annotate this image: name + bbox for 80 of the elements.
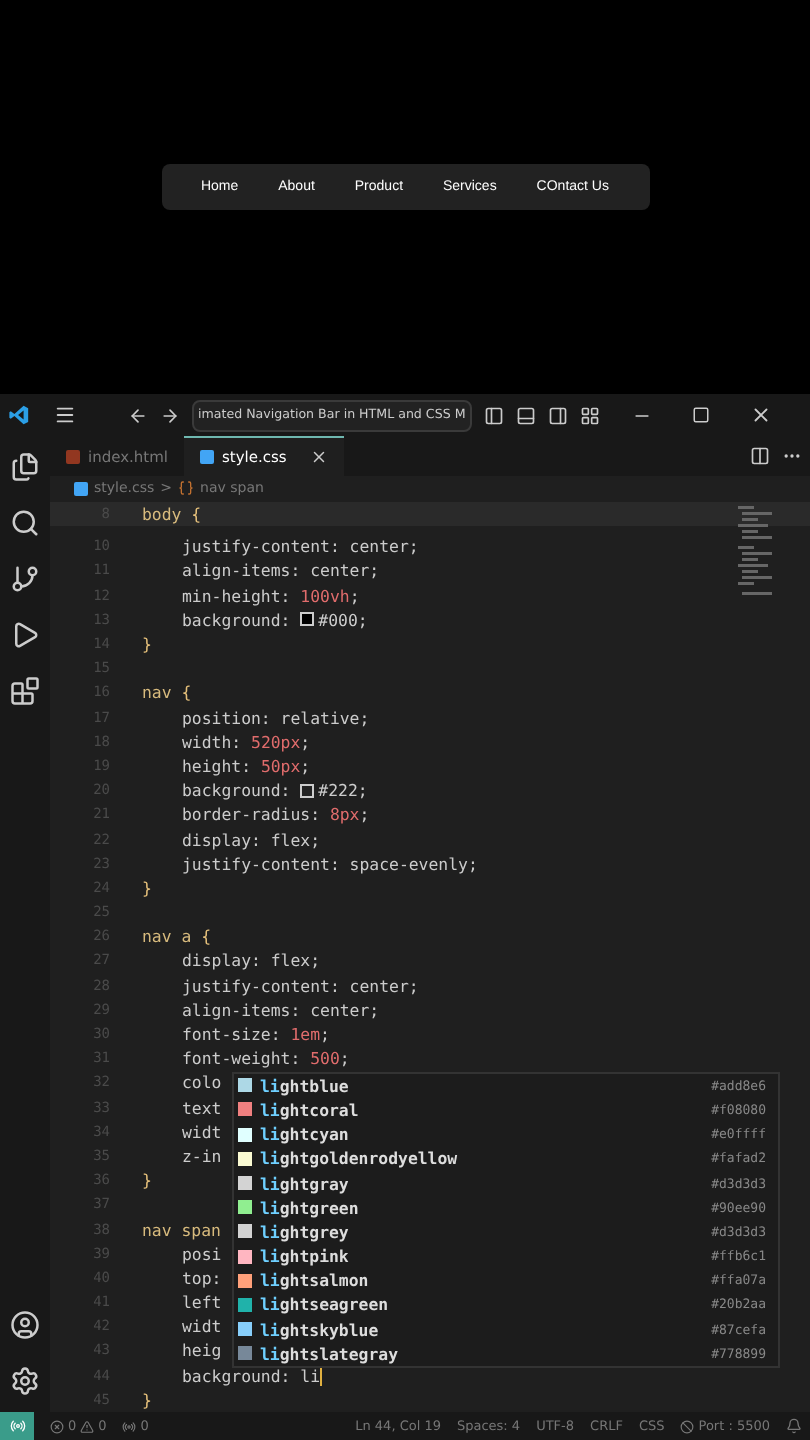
code-token: background: li bbox=[182, 1364, 321, 1388]
back-icon[interactable] bbox=[128, 405, 148, 425]
code-token: min-height: bbox=[182, 583, 293, 608]
code-token: { bbox=[191, 502, 202, 527]
code-token: 8px bbox=[329, 802, 360, 828]
symbol-icon bbox=[178, 480, 195, 497]
code-token: position: relative; bbox=[182, 705, 370, 730]
explorer-icon[interactable] bbox=[10, 452, 40, 482]
close-icon[interactable] bbox=[310, 447, 329, 466]
code-token: ; bbox=[339, 1046, 350, 1071]
code-token: justify-content: center; bbox=[182, 534, 419, 559]
code-token: heig bbox=[182, 1338, 222, 1364]
app-logo-icon bbox=[8, 404, 30, 426]
account-icon[interactable] bbox=[10, 1310, 40, 1340]
close-icon[interactable] bbox=[749, 404, 772, 426]
css-file-icon bbox=[74, 481, 88, 496]
code-token: } bbox=[142, 1387, 152, 1413]
broadcast-icon bbox=[122, 1419, 137, 1433]
code-token: display: flex; bbox=[182, 827, 321, 852]
code-token: 100vh bbox=[300, 583, 350, 608]
code-token: align-items: center; bbox=[182, 558, 380, 584]
code-token: ; bbox=[320, 1022, 330, 1047]
code-token: } bbox=[142, 875, 152, 901]
prohibited-icon bbox=[680, 1419, 695, 1433]
layout-icon[interactable] bbox=[579, 405, 600, 425]
code-token: #000; bbox=[318, 607, 368, 633]
source-control-icon[interactable] bbox=[10, 564, 40, 594]
panel-toggle-icon[interactable] bbox=[515, 405, 536, 425]
code-token: font-weight: bbox=[182, 1046, 303, 1071]
code-token: { bbox=[201, 924, 212, 949]
code-token: align-items: center; bbox=[182, 997, 380, 1023]
code-token: 50px bbox=[260, 753, 301, 779]
code-token: nav bbox=[142, 680, 174, 706]
maximize-icon[interactable] bbox=[691, 406, 710, 424]
code-token: width: bbox=[182, 729, 244, 754]
code-token: ; bbox=[349, 583, 360, 608]
notifications-icon[interactable] bbox=[786, 1418, 802, 1434]
secondary-sidebar-icon[interactable] bbox=[547, 405, 568, 425]
run-debug-icon[interactable] bbox=[10, 620, 40, 650]
code-token: height: bbox=[182, 753, 254, 779]
code-token: 500 bbox=[310, 1046, 340, 1071]
code-token: border-radius: bbox=[182, 802, 323, 828]
code-token: left bbox=[182, 1290, 222, 1315]
code-token: background: bbox=[182, 778, 293, 803]
code-token: } bbox=[142, 1168, 152, 1193]
code-token: ; bbox=[300, 753, 311, 779]
code-token: 1em bbox=[290, 1022, 321, 1047]
sidebar-toggle-icon[interactable] bbox=[483, 405, 504, 425]
code-token: colo bbox=[182, 1070, 222, 1096]
code-token: posi bbox=[182, 1241, 222, 1266]
code-token: nav span bbox=[142, 1217, 221, 1242]
code-token: body bbox=[142, 502, 184, 527]
code-token: font-size: bbox=[182, 1022, 283, 1047]
search-icon[interactable] bbox=[10, 508, 40, 538]
menu-icon[interactable] bbox=[54, 404, 76, 426]
code-token: ; bbox=[300, 729, 311, 754]
code-token: 520px bbox=[251, 729, 301, 754]
warning-icon bbox=[80, 1419, 95, 1433]
code-token: ; bbox=[359, 802, 370, 828]
code-token: z-in bbox=[182, 1143, 222, 1169]
code-token: display: flex; bbox=[182, 948, 321, 974]
error-icon bbox=[50, 1419, 64, 1433]
extensions-icon[interactable] bbox=[10, 676, 40, 706]
remote-icon[interactable] bbox=[0, 1412, 34, 1440]
code-token: { bbox=[181, 680, 192, 706]
code-token: justify-content: center; bbox=[182, 973, 419, 998]
split-editor-icon[interactable] bbox=[750, 445, 770, 466]
code-token: #222; bbox=[318, 778, 368, 803]
code-token: top: bbox=[182, 1265, 222, 1291]
code-token: text bbox=[182, 1095, 222, 1120]
code-token: justify-content: space-evenly; bbox=[182, 851, 478, 876]
html-file-icon bbox=[66, 449, 80, 464]
code-token: } bbox=[142, 632, 152, 657]
code-token: widt bbox=[182, 1119, 222, 1144]
code-token: widt bbox=[182, 1314, 222, 1339]
css-file-icon bbox=[200, 449, 214, 464]
settings-icon[interactable] bbox=[10, 1366, 40, 1396]
code-token: background: bbox=[182, 607, 293, 633]
forward-icon[interactable] bbox=[160, 405, 180, 425]
code-token: nav a bbox=[142, 924, 194, 949]
